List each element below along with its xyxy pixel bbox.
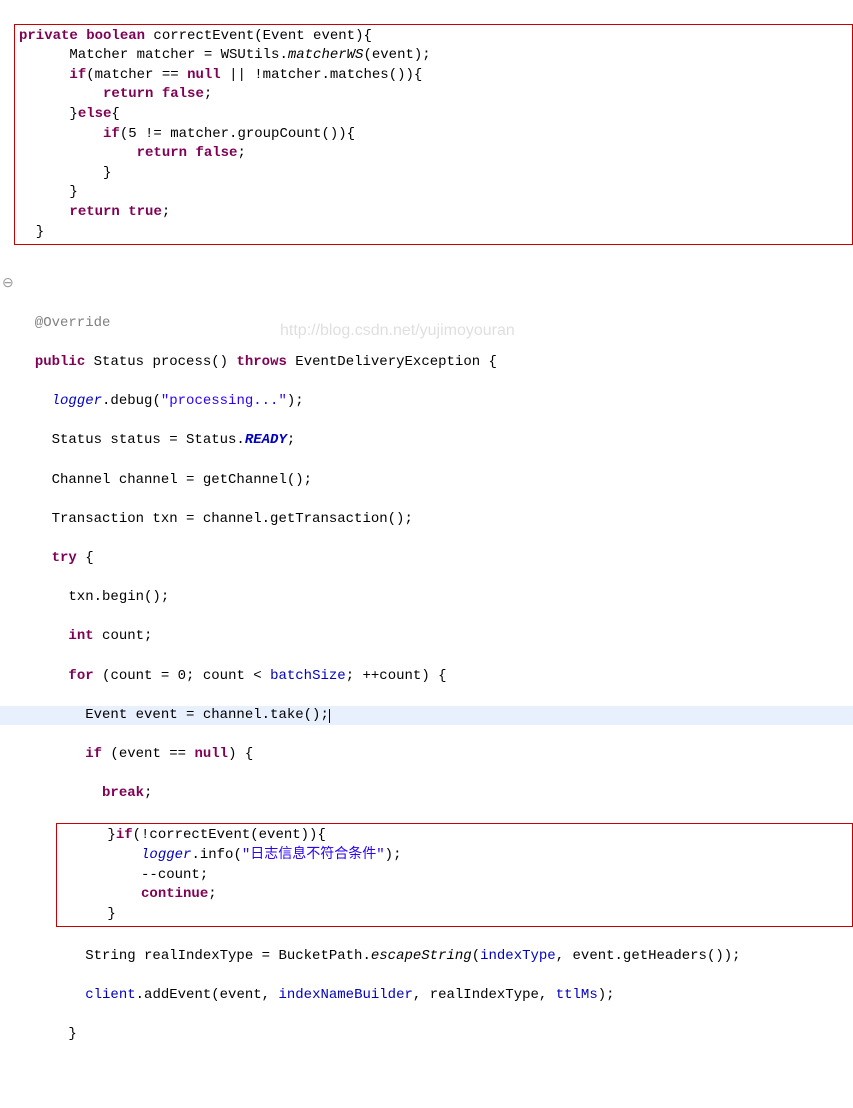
code-line: } bbox=[19, 223, 848, 243]
code-line: return false; bbox=[19, 144, 848, 164]
code-line: } bbox=[57, 905, 848, 925]
fold-icon[interactable]: ⊖ bbox=[2, 275, 14, 295]
highlighted-method-box: private boolean correctEvent(Event event… bbox=[14, 24, 853, 246]
code-line: --count; bbox=[57, 866, 848, 886]
code-line: } bbox=[19, 183, 848, 203]
code-line: ⊖ bbox=[18, 275, 853, 295]
code-line: txn.begin(); bbox=[18, 588, 853, 608]
code-line: Channel channel = getChannel(); bbox=[18, 471, 853, 491]
code-line: Status status = Status.READY; bbox=[18, 431, 853, 451]
code-line: break; bbox=[18, 784, 853, 804]
code-line: String realIndexType = BucketPath.escape… bbox=[18, 947, 853, 967]
code-line: int count; bbox=[18, 627, 853, 647]
code-line: logger.debug("processing..."); bbox=[18, 392, 853, 412]
text-cursor bbox=[329, 709, 330, 723]
code-line: if(5 != matcher.groupCount()){ bbox=[19, 125, 848, 145]
code-line: } bbox=[18, 1025, 853, 1045]
code-line: }if(!correctEvent(event)){ bbox=[57, 826, 848, 846]
code-line: @Override bbox=[18, 314, 853, 334]
code-line: client.addEvent(event, indexNameBuilder,… bbox=[18, 986, 853, 1006]
code-line: private boolean correctEvent(Event event… bbox=[19, 27, 848, 47]
code-line: for (count = 0; count < batchSize; ++cou… bbox=[18, 667, 853, 687]
highlighted-block-box: }if(!correctEvent(event)){ logger.info("… bbox=[56, 823, 853, 927]
code-line: return true; bbox=[19, 203, 848, 223]
code-line: continue; bbox=[57, 885, 848, 905]
code-line: return false; bbox=[19, 85, 848, 105]
code-line: } bbox=[19, 164, 848, 184]
current-line: Event event = channel.take(); bbox=[0, 706, 853, 726]
code-line: }else{ bbox=[19, 105, 848, 125]
code-line: if (event == null) { bbox=[18, 745, 853, 765]
code-line: Matcher matcher = WSUtils.matcherWS(even… bbox=[19, 46, 848, 66]
code-line: public Status process() throws EventDeli… bbox=[18, 353, 853, 373]
code-editor: private boolean correctEvent(Event event… bbox=[0, 0, 853, 1108]
code-line: Transaction txn = channel.getTransaction… bbox=[18, 510, 853, 530]
code-line: try { bbox=[18, 549, 853, 569]
code-line: logger.info("日志信息不符合条件"); bbox=[57, 846, 848, 866]
code-line: if(matcher == null || !matcher.matches()… bbox=[19, 66, 848, 86]
